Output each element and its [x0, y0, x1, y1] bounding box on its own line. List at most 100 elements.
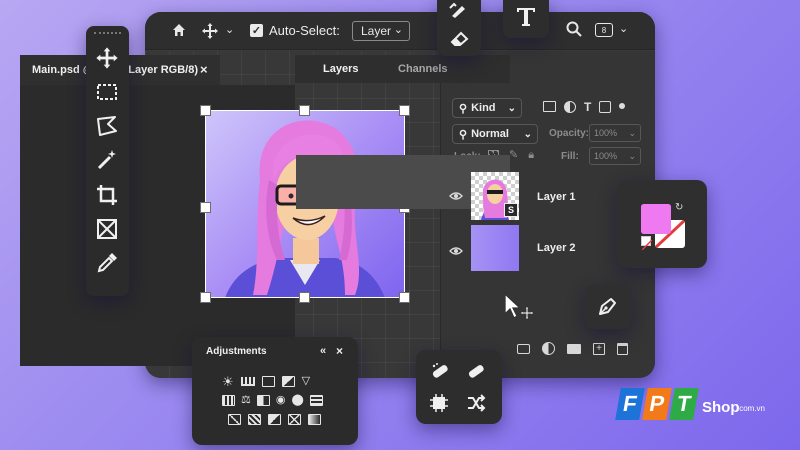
add-mask-icon[interactable]	[517, 343, 530, 354]
adjustment-filter-icon[interactable]	[564, 101, 576, 113]
lasso-tool-icon[interactable]	[95, 114, 119, 138]
blend-mode-select[interactable]: ⚲ Normal ⌄	[452, 124, 538, 144]
search-icon[interactable]	[565, 20, 583, 43]
move-tool-icon[interactable]	[201, 22, 219, 40]
trash-icon[interactable]	[617, 342, 628, 355]
hue-saturation-icon[interactable]	[222, 395, 235, 406]
close-icon[interactable]: ×	[200, 62, 208, 77]
transform-handle[interactable]	[399, 105, 410, 116]
filter-icons: T	[543, 101, 626, 113]
posterize-icon[interactable]	[248, 414, 261, 425]
chevron-down-icon[interactable]: ⌄	[225, 23, 234, 36]
logo-shop-text: Shop	[702, 399, 740, 416]
chevron-down-icon: ⌄	[523, 128, 532, 140]
search-icon: ⚲	[459, 102, 468, 115]
adjustment-row-2: ⚖ ◉ ⬤	[222, 395, 323, 406]
healing-brush-icon[interactable]	[466, 362, 486, 385]
threshold-icon[interactable]	[268, 414, 281, 425]
eraser-tool-icon[interactable]	[449, 30, 469, 51]
lock-pixels-icon[interactable]: ✎	[509, 150, 518, 161]
color-balance-icon[interactable]: ⚖	[241, 395, 251, 406]
patch-tool-icon[interactable]	[430, 394, 448, 417]
eye-icon[interactable]	[449, 243, 463, 261]
image-filter-icon[interactable]	[543, 101, 556, 112]
opacity-field[interactable]: 100% ⌄	[589, 124, 641, 142]
kind-filter[interactable]: ⚲ Kind ⌄	[452, 98, 522, 118]
layers-bottom-bar: +	[517, 342, 628, 355]
tab-layers[interactable]: Layers	[323, 63, 358, 75]
tab-channels[interactable]: Channels	[398, 63, 448, 75]
foreground-color-swatch-top	[641, 204, 671, 234]
invert-icon[interactable]	[228, 414, 241, 425]
magic-wand-icon[interactable]	[95, 148, 119, 172]
transform-handle[interactable]	[200, 292, 211, 303]
search-icon: ⚲	[459, 128, 468, 141]
new-layer-icon[interactable]: +	[593, 342, 605, 355]
layer-name[interactable]: Layer 2	[537, 242, 576, 254]
new-adjustment-icon[interactable]	[542, 342, 555, 355]
frame-tool-icon[interactable]	[95, 217, 119, 241]
smart-object-filter-icon[interactable]	[619, 103, 626, 109]
fill-value: 100%	[594, 151, 618, 161]
exposure-icon[interactable]	[281, 376, 295, 387]
transform-handle[interactable]	[200, 105, 211, 116]
content-aware-move-icon[interactable]	[466, 394, 486, 417]
shape-filter-icon[interactable]	[599, 101, 612, 113]
options-bar: ⌄ ✓ Auto-Select: Layer ⌄ 8 ⌄	[145, 12, 655, 50]
home-icon[interactable]	[171, 22, 187, 38]
brush-tools-panel	[437, 0, 481, 56]
logo-letter-t: T	[669, 388, 699, 420]
color-lookup-icon[interactable]	[309, 395, 323, 406]
autoselect-label: Auto-Select:	[269, 23, 340, 38]
gradient-map-icon[interactable]	[308, 414, 321, 425]
adjustments-title: Adjustments	[206, 346, 267, 357]
collapse-icon[interactable]: «	[320, 345, 326, 357]
opacity-label: Opacity:	[549, 128, 590, 139]
healing-tools-panel	[416, 350, 502, 424]
pen-tool-icon[interactable]	[597, 295, 619, 322]
chevron-down-icon: ⌄	[393, 24, 403, 36]
pen-tool-panel	[585, 285, 631, 329]
black-white-icon[interactable]	[256, 395, 270, 406]
chevron-down-icon[interactable]: ⌄	[619, 22, 628, 35]
chevron-down-icon: ⌄	[628, 127, 636, 138]
transform-handle[interactable]	[299, 292, 310, 303]
fill-field[interactable]: 100% ⌄	[589, 147, 641, 165]
folder-icon[interactable]	[567, 343, 581, 354]
transform-handle[interactable]	[399, 292, 410, 303]
layer-thumbnail	[471, 225, 519, 271]
autoselect-checkbox[interactable]: ✓	[250, 24, 263, 37]
chevron-down-icon: ⌄	[507, 102, 516, 114]
swap-colors-icon[interactable]: ↻	[675, 202, 683, 213]
spot-healing-icon[interactable]	[430, 362, 450, 385]
layer-name[interactable]: Layer 1	[537, 191, 576, 203]
channel-mixer-icon[interactable]: ⬤	[291, 395, 303, 406]
vibrance-icon[interactable]: ▽	[302, 376, 310, 387]
move-cursor-icon	[503, 292, 539, 331]
autoselect-target-select[interactable]: Layer ⌄	[352, 21, 410, 41]
eye-icon[interactable]	[449, 188, 463, 206]
eyedropper-icon[interactable]	[95, 251, 119, 275]
selective-color-icon[interactable]	[288, 414, 301, 425]
workspace-icon[interactable]: 8	[595, 23, 613, 37]
curves-icon[interactable]	[261, 376, 275, 387]
close-icon[interactable]: ×	[336, 344, 343, 358]
type-tool-panel	[503, 0, 549, 38]
levels-icon[interactable]	[240, 377, 255, 386]
default-colors-icon[interactable]	[641, 236, 653, 251]
color-swatch-panel: ↻	[617, 180, 707, 268]
transform-handle[interactable]	[200, 202, 211, 213]
photo-filter-icon[interactable]: ◉	[276, 395, 286, 406]
marquee-tool-icon[interactable]	[95, 80, 119, 104]
transform-handle[interactable]	[299, 105, 310, 116]
adjustment-row-1: ☀ ▽	[222, 375, 310, 388]
kind-label: Kind	[471, 102, 496, 114]
panel-grip[interactable]	[94, 32, 121, 36]
type-filter-icon[interactable]: T	[584, 101, 591, 113]
brush-tool-icon[interactable]	[449, 2, 469, 23]
type-tool-icon[interactable]	[515, 6, 537, 33]
lock-all-icon[interactable]: 🔒︎	[528, 150, 534, 161]
crop-tool-icon[interactable]	[95, 183, 119, 207]
brightness-icon[interactable]: ☀	[222, 375, 234, 388]
move-tool-icon[interactable]	[95, 46, 119, 70]
